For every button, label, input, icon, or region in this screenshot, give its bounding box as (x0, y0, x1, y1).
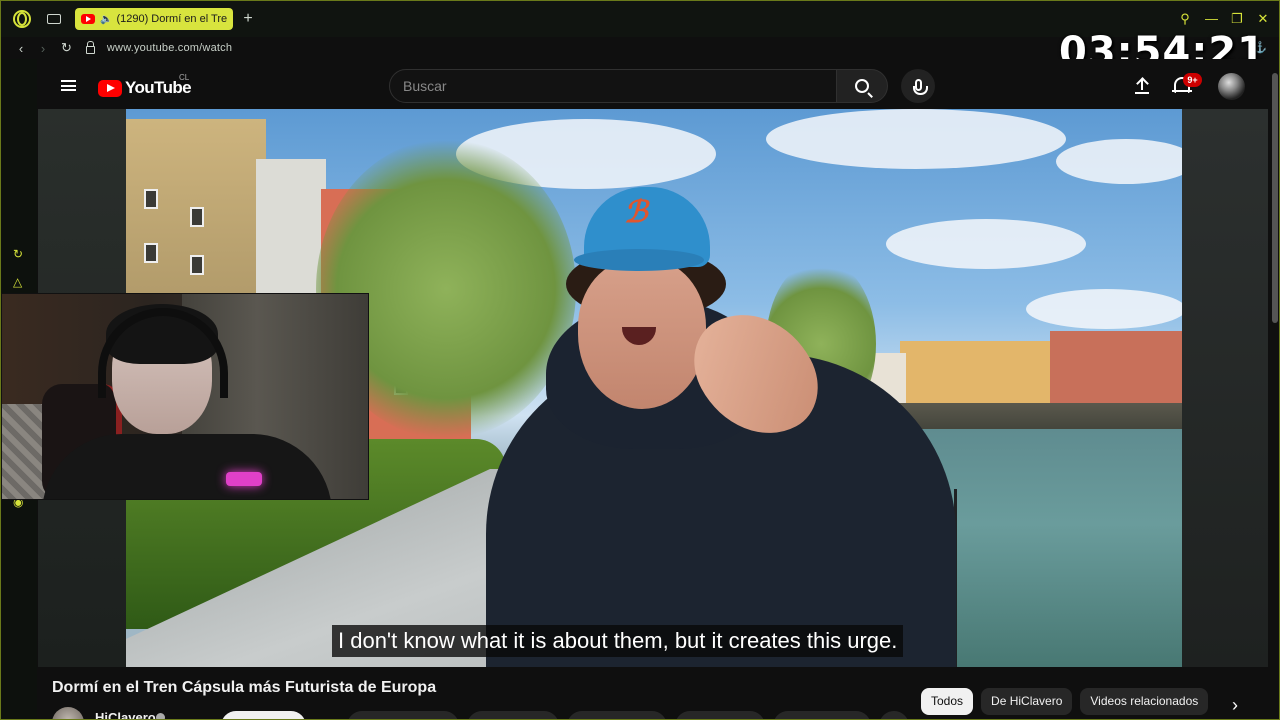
video-caption: I don't know what it is about them, but … (332, 625, 904, 657)
related-chips: Todos De HiClavero Videos relacionados (921, 688, 1209, 715)
forward-icon[interactable]: › (37, 41, 49, 56)
url-field[interactable]: www.youtube.com/watch (107, 42, 232, 54)
youtube-logo-icon (98, 79, 122, 97)
like-dislike-button[interactable] (347, 711, 459, 719)
reload-icon[interactable]: ↻ (61, 40, 72, 56)
browser-tab-active[interactable]: 🔈 (1290) Dormí en el Tren Cápsula más Fu… (75, 8, 233, 30)
mic-icon (912, 79, 928, 95)
search-input[interactable] (390, 70, 836, 102)
clip-button[interactable] (675, 711, 765, 719)
speaker-icon[interactable]: 🔈 (100, 14, 112, 25)
browser-window: 🔈 (1290) Dormí en el Tren Cápsula más Fu… (0, 0, 1280, 720)
history-icon[interactable]: ↻ (13, 247, 23, 261)
chip-todos[interactable]: Todos (921, 688, 974, 715)
page-scrollbar[interactable] (1270, 59, 1279, 719)
search-tabs-icon[interactable]: ⚲ (1179, 11, 1191, 27)
channel-avatar[interactable] (52, 707, 84, 719)
save-button[interactable] (567, 711, 667, 719)
upload-icon[interactable] (1134, 77, 1150, 95)
search-icon (855, 79, 869, 93)
chevron-right-icon[interactable]: › (1223, 693, 1247, 717)
back-icon[interactable]: ‹ (15, 41, 27, 56)
tab-title: (1290) Dormí en el Tren Cápsula más Futu… (116, 13, 227, 25)
voice-search-button[interactable] (901, 69, 935, 103)
subscribe-button[interactable] (221, 711, 306, 719)
close-icon[interactable]: ✕ (1257, 11, 1269, 27)
channel-row: HiClavero (52, 707, 952, 719)
chip-de-hiclavero[interactable]: De HiClavero (981, 688, 1073, 715)
ambient-pillar-right (1182, 109, 1268, 667)
youtube-header: YouTube CL 9+ (37, 59, 1269, 111)
maximize-icon[interactable]: ❐ (1231, 11, 1243, 27)
cap-logo-icon: ℬ (624, 195, 648, 230)
youtube-favicon-icon (81, 14, 95, 24)
scrollbar-thumb[interactable] (1272, 73, 1278, 323)
youtube-logo[interactable]: YouTube (98, 78, 192, 98)
channel-name[interactable]: HiClavero (95, 710, 156, 719)
video-title: Dormí en el Tren Cápsula más Futurista d… (52, 679, 437, 696)
opera-logo-icon[interactable] (13, 10, 31, 28)
verified-icon (156, 713, 165, 719)
menu-icon[interactable] (61, 80, 76, 91)
share-button[interactable] (467, 711, 559, 719)
download-button[interactable] (773, 711, 871, 719)
avatar[interactable] (1218, 73, 1245, 100)
webcam-overlay (1, 293, 369, 500)
lock-icon[interactable] (85, 41, 95, 54)
search-button[interactable] (836, 69, 888, 103)
tabs-icon[interactable] (47, 14, 61, 24)
more-actions-button[interactable] (879, 711, 909, 719)
new-tab-button[interactable]: + (241, 11, 255, 27)
window-controls: ⚲ — ❐ ✕ (1179, 11, 1269, 27)
chip-videos-relacionados[interactable]: Videos relacionados (1080, 688, 1209, 715)
region-code: CL (179, 73, 190, 82)
extensions-icon[interactable]: △ (13, 275, 22, 289)
search-box (389, 69, 837, 103)
minimize-icon[interactable]: — (1205, 11, 1218, 27)
notification-badge: 9+ (1183, 73, 1202, 87)
